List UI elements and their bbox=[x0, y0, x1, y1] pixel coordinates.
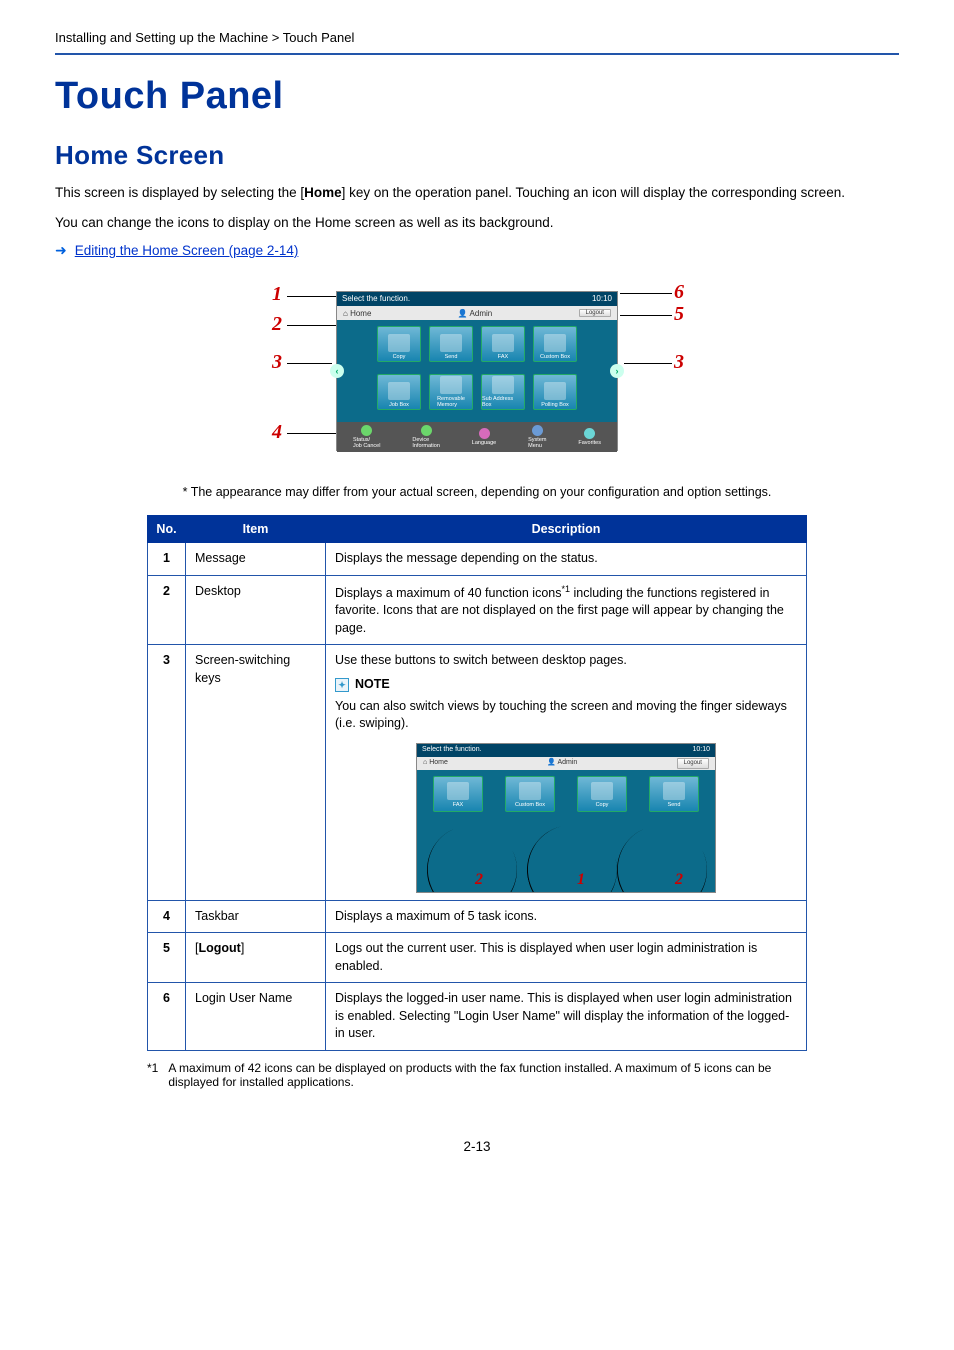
section-title: Home Screen bbox=[55, 140, 899, 171]
swipe-diagram: Select the function.10:10 ⌂ Home👤 AdminL… bbox=[335, 743, 797, 893]
home-screen-mock: Select the function.10:10 ⌂ Home 👤 Admin… bbox=[336, 291, 618, 451]
callout-3-right: 3 bbox=[674, 351, 684, 374]
table-row: 2 Desktop Displays a maximum of 40 funct… bbox=[148, 575, 807, 645]
th-desc: Description bbox=[326, 516, 807, 543]
callout-5: 5 bbox=[674, 303, 684, 326]
logout-button-mock: Logout bbox=[579, 309, 611, 317]
th-item: Item bbox=[186, 516, 326, 543]
appearance-note: * The appearance may differ from your ac… bbox=[55, 485, 899, 499]
callout-6: 6 bbox=[674, 281, 684, 304]
description-table: No. Item Description 1 Message Displays … bbox=[147, 515, 807, 1051]
page-number: 2-13 bbox=[55, 1139, 899, 1154]
footnote: *1 A maximum of 42 icons can be displaye… bbox=[147, 1061, 807, 1089]
note-label: ✦ NOTE bbox=[335, 676, 390, 694]
callout-4: 4 bbox=[272, 421, 282, 444]
note-icon: ✦ bbox=[335, 678, 349, 692]
breadcrumb: Installing and Setting up the Machine > … bbox=[55, 30, 899, 53]
table-row: 4 Taskbar Displays a maximum of 5 task i… bbox=[148, 900, 807, 933]
table-row: 3 Screen-switching keys Use these button… bbox=[148, 645, 807, 901]
callout-2: 2 bbox=[272, 313, 282, 336]
link-arrow-icon: ➜ bbox=[55, 242, 67, 259]
table-row: 6 Login User Name Displays the logged-in… bbox=[148, 983, 807, 1051]
home-screen-diagram: 1 2 3 4 6 5 3 Select the function.10:10 … bbox=[55, 271, 899, 471]
table-row: 5 [Logout] Logs out the current user. Th… bbox=[148, 933, 807, 983]
table-row: 1 Message Displays the message depending… bbox=[148, 543, 807, 576]
divider bbox=[55, 53, 899, 55]
page-title: Touch Panel bbox=[55, 75, 899, 118]
intro-para-2: You can change the icons to display on t… bbox=[55, 213, 899, 233]
edit-home-screen-link[interactable]: Editing the Home Screen (page 2-14) bbox=[75, 243, 299, 258]
callout-3-left: 3 bbox=[272, 351, 282, 374]
th-no: No. bbox=[148, 516, 186, 543]
intro-para-1: This screen is displayed by selecting th… bbox=[55, 183, 899, 203]
callout-1: 1 bbox=[272, 283, 282, 306]
